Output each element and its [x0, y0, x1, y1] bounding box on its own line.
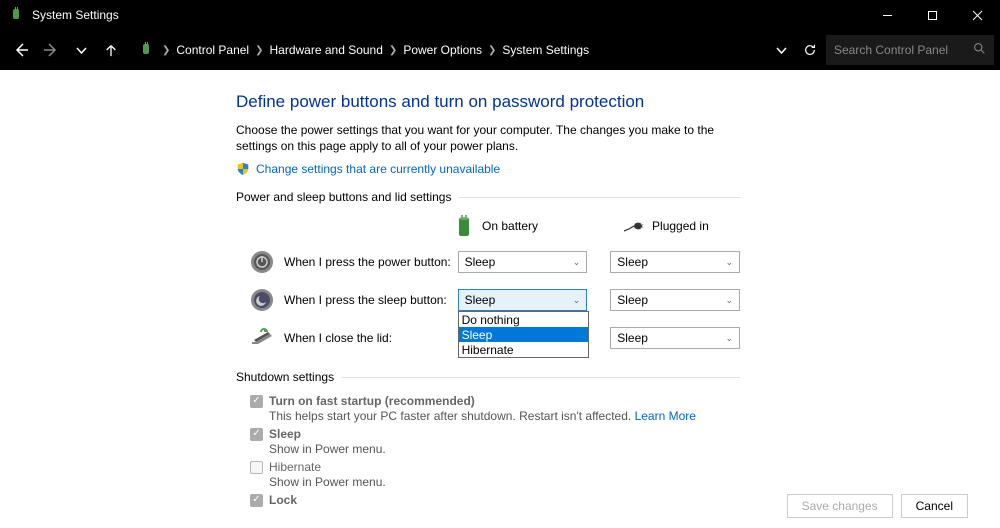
section-header-buttons: Power and sleep buttons and lid settings — [236, 190, 740, 204]
search-icon — [973, 42, 986, 58]
learn-more-link[interactable]: Learn More — [635, 409, 696, 423]
sleep-button-icon — [250, 288, 274, 312]
chevron-right-icon: ❯ — [162, 45, 170, 56]
shutdown-item-lock: Lock — [250, 493, 740, 507]
chevron-down-icon: ⌄ — [725, 333, 733, 344]
column-header-plugged: Plugged in — [624, 214, 709, 238]
dropdown-option[interactable]: Sleep — [459, 327, 588, 342]
maximize-button[interactable] — [910, 0, 955, 30]
cancel-button[interactable]: Cancel — [901, 494, 968, 518]
close-lid-plugged-dropdown[interactable]: Sleep⌄ — [610, 327, 740, 349]
chevron-right-icon: ❯ — [255, 45, 263, 56]
power-button-battery-dropdown[interactable]: Sleep⌄ — [458, 251, 588, 273]
checkbox-description: Show in Power menu. — [269, 475, 740, 489]
change-settings-link[interactable]: Change settings that are currently unava… — [256, 162, 500, 176]
breadcrumb-dropdown-button[interactable] — [768, 35, 794, 65]
app-icon — [8, 7, 24, 23]
save-button[interactable]: Save changes — [787, 494, 893, 518]
recent-button[interactable] — [66, 35, 96, 65]
hibernate-checkbox[interactable] — [250, 461, 263, 474]
shield-icon — [236, 162, 250, 176]
shutdown-item-hibernate: Hibernate Show in Power menu. — [250, 460, 740, 489]
fast-startup-checkbox[interactable] — [250, 395, 263, 408]
dropdown-option[interactable]: Do nothing — [459, 312, 588, 327]
dropdown-option[interactable]: Hibernate — [459, 342, 588, 357]
navbar: ❯ Control Panel ❯ Hardware and Sound ❯ P… — [0, 30, 1000, 70]
sleep-button-battery-dropdown[interactable]: Sleep⌄ Do nothing Sleep Hibernate — [458, 289, 588, 311]
checkbox-label: Lock — [269, 493, 297, 507]
chevron-right-icon: ❯ — [389, 45, 397, 56]
power-button-icon — [250, 250, 274, 274]
chevron-down-icon: ⌄ — [573, 295, 581, 306]
plug-icon — [624, 214, 644, 238]
chevron-right-icon: ❯ — [488, 45, 496, 56]
forward-button[interactable] — [36, 35, 66, 65]
up-button[interactable] — [96, 35, 126, 65]
back-button[interactable] — [6, 35, 36, 65]
setting-row-power-button: When I press the power button: Sleep⌄ Sl… — [250, 250, 740, 274]
sleep-checkbox[interactable] — [250, 428, 263, 441]
setting-row-sleep-button: When I press the sleep button: Sleep⌄ Do… — [250, 288, 740, 312]
checkbox-description: This helps start your PC faster after sh… — [269, 409, 740, 423]
checkbox-label: Hibernate — [269, 460, 321, 474]
battery-icon — [454, 214, 474, 238]
breadcrumb-item[interactable]: Hardware and Sound — [270, 43, 383, 57]
laptop-lid-icon — [250, 326, 274, 350]
sleep-button-plugged-dropdown[interactable]: Sleep⌄ — [610, 289, 740, 311]
checkbox-label: Sleep — [269, 427, 301, 441]
breadcrumb-item[interactable]: Control Panel — [176, 43, 249, 57]
chevron-down-icon: ⌄ — [725, 295, 733, 306]
window-title: System Settings — [32, 8, 865, 22]
checkbox-description: Show in Power menu. — [269, 442, 740, 456]
breadcrumb-item[interactable]: System Settings — [502, 43, 589, 57]
chevron-down-icon: ⌄ — [725, 257, 733, 268]
search-input[interactable]: Search Control Panel — [826, 35, 994, 65]
refresh-button[interactable] — [794, 35, 826, 65]
chevron-down-icon: ⌄ — [573, 257, 581, 268]
minimize-button[interactable] — [865, 0, 910, 30]
shutdown-item-sleep: Sleep Show in Power menu. — [250, 427, 740, 456]
setting-label: When I press the power button: — [284, 255, 458, 269]
titlebar: System Settings — [0, 0, 1000, 30]
footer-buttons: Save changes Cancel — [787, 494, 968, 518]
setting-label: When I close the lid: — [284, 331, 458, 345]
lock-checkbox[interactable] — [250, 494, 263, 507]
page-title: Define power buttons and turn on passwor… — [236, 92, 740, 112]
section-header-shutdown: Shutdown settings — [236, 370, 740, 384]
power-button-plugged-dropdown[interactable]: Sleep⌄ — [610, 251, 740, 273]
checkbox-label: Turn on fast startup (recommended) — [269, 394, 475, 408]
page-description: Choose the power settings that you want … — [236, 122, 734, 154]
content-area: Define power buttons and turn on passwor… — [0, 70, 1000, 528]
column-header-battery: On battery — [454, 214, 538, 238]
control-panel-icon — [138, 42, 154, 58]
shutdown-item-fast-startup: Turn on fast startup (recommended) This … — [250, 394, 740, 423]
breadcrumb[interactable]: ❯ Control Panel ❯ Hardware and Sound ❯ P… — [132, 42, 768, 58]
breadcrumb-item[interactable]: Power Options — [403, 43, 482, 57]
search-placeholder: Search Control Panel — [834, 43, 948, 57]
close-button[interactable] — [955, 0, 1000, 30]
setting-label: When I press the sleep button: — [284, 293, 458, 307]
dropdown-list: Do nothing Sleep Hibernate — [458, 311, 589, 358]
